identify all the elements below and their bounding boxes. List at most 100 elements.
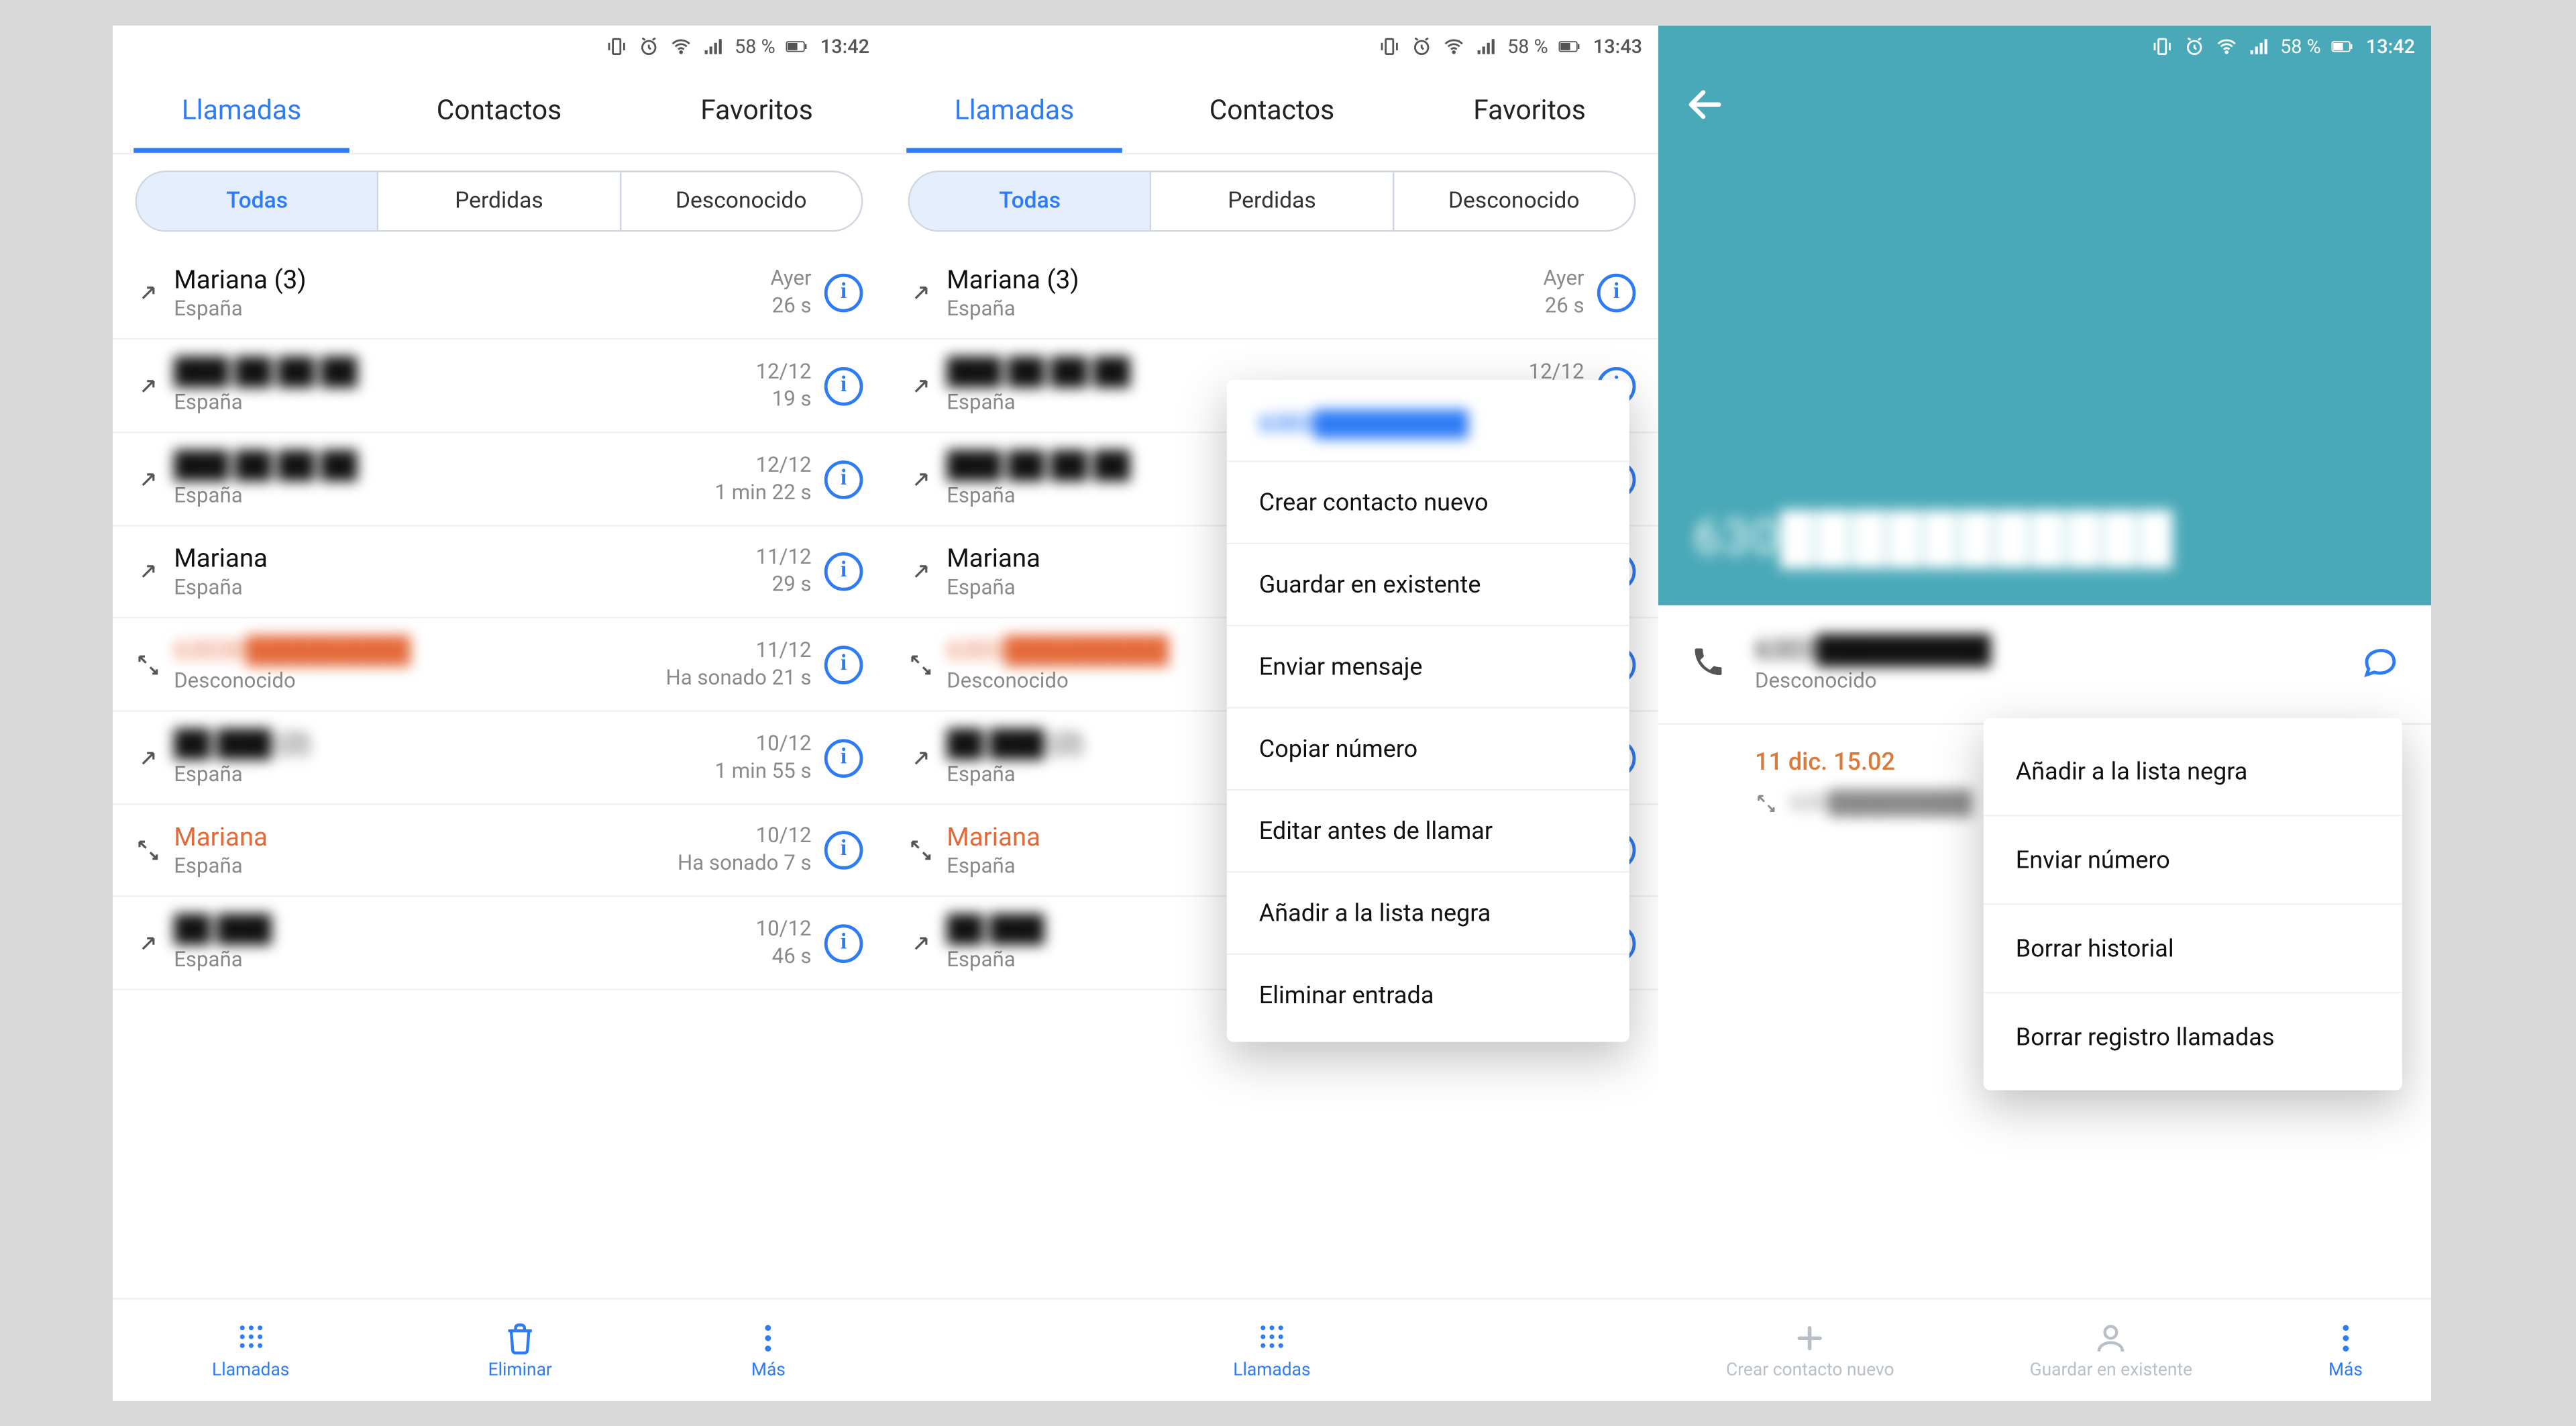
call-duration: 26 s <box>1543 294 1584 318</box>
dialpad-button[interactable]: Llamadas <box>1233 1320 1310 1380</box>
new-contact-label: Crear contacto nuevo <box>1726 1359 1894 1380</box>
filter-missed[interactable]: Perdidas <box>1150 172 1392 230</box>
dialpad-label: Llamadas <box>212 1359 289 1380</box>
new-contact-button[interactable]: Crear contacto nuevo <box>1726 1320 1894 1380</box>
status-bar: 58 % 13:42 <box>1658 26 2431 67</box>
signal-icon <box>2248 35 2271 58</box>
vibrate-icon <box>606 35 629 58</box>
context-menu-item[interactable]: Añadir a la lista negra <box>1984 727 2402 815</box>
call-duration: 26 s <box>770 294 811 318</box>
call-filters: Todas Perdidas Desconocido <box>908 170 1636 232</box>
call-filters: Todas Perdidas Desconocido <box>136 170 863 232</box>
call-row[interactable]: ██ ███España10/1246 si <box>113 897 885 990</box>
alarm-icon <box>2184 35 2206 58</box>
info-icon[interactable]: i <box>824 552 863 591</box>
info-icon[interactable]: i <box>824 273 863 312</box>
status-bar: 58 % 13:43 <box>885 26 1658 67</box>
main-tabs: Llamadas Contactos Favoritos <box>113 67 885 154</box>
context-menu-item[interactable]: Enviar mensaje <box>1227 625 1629 707</box>
info-icon[interactable]: i <box>824 366 863 405</box>
delete-label: Eliminar <box>488 1359 552 1380</box>
back-button[interactable] <box>1684 83 1725 132</box>
filter-all[interactable]: Todas <box>910 172 1150 230</box>
wifi-icon <box>1443 35 1466 58</box>
context-menu-item[interactable]: Enviar número <box>1984 815 2402 903</box>
context-menu-item[interactable]: Borrar historial <box>1984 903 2402 992</box>
message-icon[interactable] <box>2360 642 2399 686</box>
more-button[interactable]: Más <box>751 1320 786 1380</box>
context-menu-item[interactable]: Borrar registro llamadas <box>1984 992 2402 1080</box>
tab-favorites[interactable]: Favoritos <box>1401 67 1658 152</box>
more-button[interactable]: Más <box>2328 1320 2363 1380</box>
call-duration: 1 min 22 s <box>714 480 811 505</box>
outgoing-call-icon <box>129 929 168 955</box>
context-menu-title: 6303█████████ <box>1227 402 1629 460</box>
call-list[interactable]: Mariana(3)EspañaAyer26 si███ ██ ██ ██Esp… <box>113 248 885 1400</box>
outgoing-call-icon <box>129 558 168 584</box>
outgoing-call-icon <box>129 744 168 770</box>
call-row[interactable]: ██ ███ (2)España10/121 min 55 si <box>113 711 885 805</box>
context-menu-item[interactable]: Añadir a la lista negra <box>1227 871 1629 953</box>
number-section[interactable]: 6303█████████ Desconocido <box>1658 605 2431 725</box>
tab-calls[interactable]: Llamadas <box>113 67 370 152</box>
outgoing-call-icon <box>902 466 941 491</box>
bottom-toolbar: Crear contacto nuevo Guardar en existent… <box>1658 1298 2431 1401</box>
info-icon[interactable]: i <box>824 460 863 499</box>
tab-calls[interactable]: Llamadas <box>885 67 1143 152</box>
call-sub: España <box>174 576 755 601</box>
wifi-icon <box>2216 35 2239 58</box>
call-row[interactable]: 63030█████████Desconocido11/12Ha sonado … <box>113 618 885 711</box>
filter-unknown[interactable]: Desconocido <box>1392 172 1634 230</box>
vibrate-icon <box>2151 35 2174 58</box>
outgoing-call-icon <box>129 372 168 398</box>
outgoing-call-icon <box>129 466 168 491</box>
call-name: ███ ██ ██ ██ <box>174 356 755 388</box>
call-row[interactable]: MarianaEspaña11/1229 si <box>113 526 885 618</box>
save-existing-button[interactable]: Guardar en existente <box>2030 1320 2192 1380</box>
vibrate-icon <box>1379 35 1401 58</box>
call-sub: Desconocido <box>174 670 665 694</box>
tab-contacts[interactable]: Contactos <box>1143 67 1401 152</box>
tab-favorites[interactable]: Favoritos <box>628 67 885 152</box>
call-row[interactable]: MarianaEspaña10/12Ha sonado 7 si <box>113 805 885 897</box>
clock: 13:42 <box>2366 35 2415 58</box>
info-icon[interactable]: i <box>824 738 863 777</box>
filter-unknown[interactable]: Desconocido <box>619 172 861 230</box>
signal-icon <box>1475 35 1498 58</box>
call-sub: España <box>947 297 1543 321</box>
call-duration: 46 s <box>756 944 812 968</box>
call-date: 10/12 <box>756 917 812 941</box>
context-menu-item[interactable]: Eliminar entrada <box>1227 953 1629 1035</box>
delete-button[interactable]: Eliminar <box>488 1320 552 1380</box>
info-icon[interactable]: i <box>824 645 863 684</box>
context-menu-item[interactable]: Copiar número <box>1227 707 1629 788</box>
info-icon[interactable]: i <box>824 923 863 962</box>
call-row[interactable]: Mariana(3)EspañaAyer26 si <box>885 248 1658 340</box>
call-duration: 1 min 55 s <box>714 759 811 783</box>
call-sub: España <box>174 763 714 787</box>
context-menu-item[interactable]: Editar antes de llamar <box>1227 788 1629 870</box>
context-menu-item[interactable]: Crear contacto nuevo <box>1227 460 1629 542</box>
call-date: 12/12 <box>756 360 812 384</box>
dialpad-label: Llamadas <box>1233 1359 1310 1380</box>
filter-missed[interactable]: Perdidas <box>377 172 619 230</box>
outgoing-call-icon <box>902 929 941 955</box>
battery-percent: 58 % <box>1507 35 1548 58</box>
context-menu-item[interactable]: Guardar en existente <box>1227 542 1629 624</box>
call-row[interactable]: ███ ██ ██ ██España12/121 min 22 si <box>113 433 885 526</box>
filter-all[interactable]: Todas <box>137 172 377 230</box>
call-date: 12/12 <box>714 453 811 477</box>
detail-number: 6303█████████ <box>1755 634 2331 666</box>
dialpad-button[interactable]: Llamadas <box>212 1320 289 1380</box>
call-row[interactable]: Mariana(3)EspañaAyer26 si <box>113 248 885 340</box>
call-date: 10/12 <box>678 824 812 848</box>
call-name: ██ ███ <box>174 913 755 945</box>
call-date: 11/12 <box>665 638 811 662</box>
call-name: ███ ██ ██ ██ <box>174 449 714 481</box>
header-phone-number: 630███████████ <box>1694 510 2174 566</box>
info-icon[interactable]: i <box>824 831 863 870</box>
tab-contacts[interactable]: Contactos <box>370 67 628 152</box>
outgoing-call-icon <box>902 280 941 305</box>
info-icon[interactable]: i <box>1597 273 1636 312</box>
call-row[interactable]: ███ ██ ██ ██España12/1219 si <box>113 340 885 433</box>
